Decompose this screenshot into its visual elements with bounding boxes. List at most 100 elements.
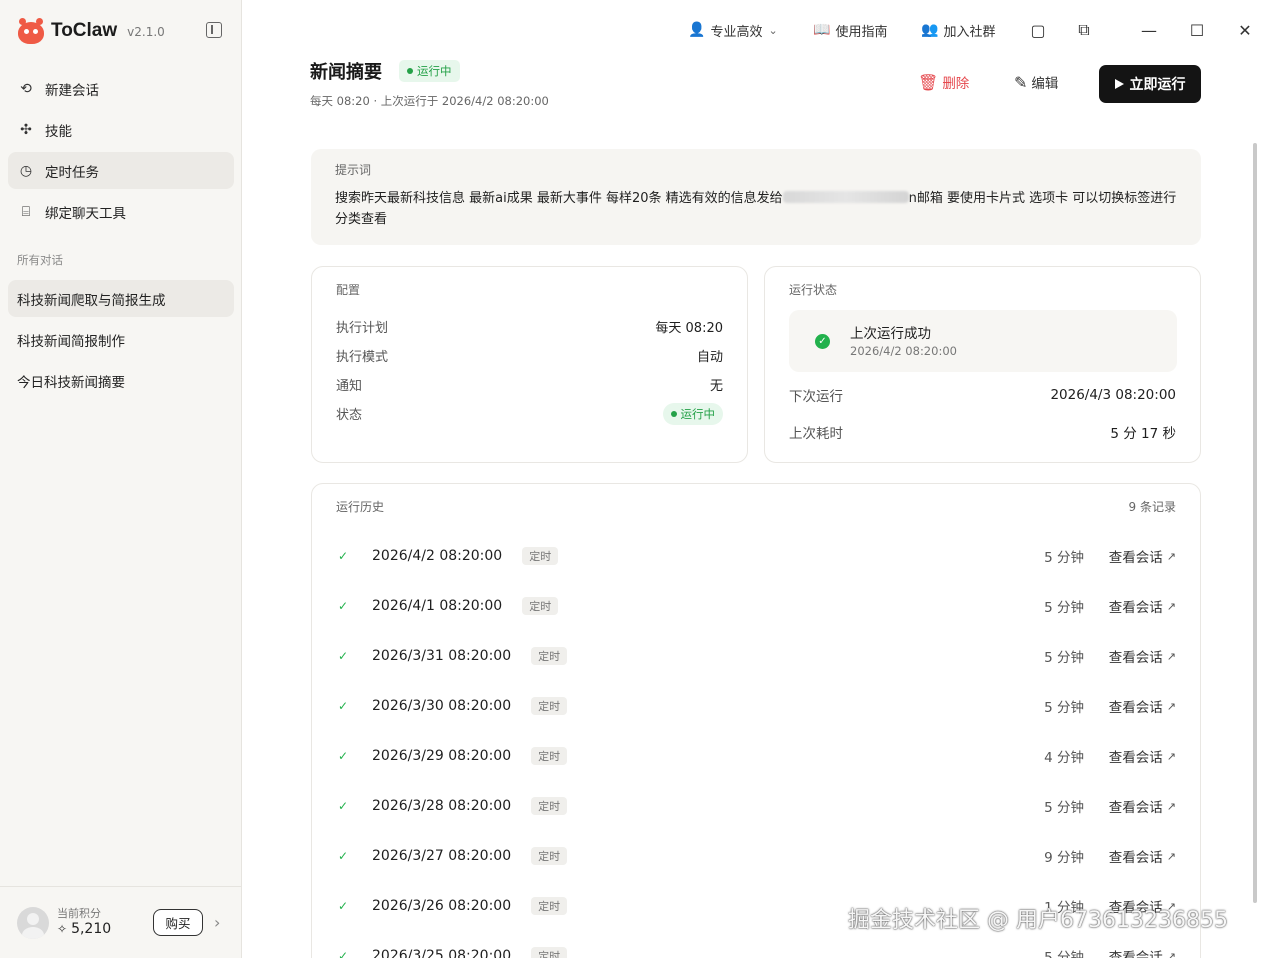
view-session-link[interactable]: 查看会话 ↗ <box>1109 646 1176 667</box>
status-dot-icon <box>407 68 413 74</box>
history-duration: 5 分钟 <box>1044 600 1084 616</box>
external-link-icon: ↗ <box>1166 649 1176 663</box>
guide-button[interactable]: 📖 使用指南 <box>813 20 887 40</box>
history-trigger-tag: 定时 <box>531 697 568 715</box>
history-trigger-tag: 定时 <box>531 897 568 915</box>
status-badge-label: 运行中 <box>417 64 452 78</box>
app-window: ToClaw v2.1.0 ⟲ 新建会话 ✣ 技能 ◷ 定时任务 ⌸ 绑定聊天工… <box>0 0 1276 958</box>
view-session-link[interactable]: 查看会话 ↗ <box>1108 746 1176 767</box>
brand: ToClaw v2.1.0 <box>16 16 165 46</box>
maximize-icon[interactable]: ☐ <box>1187 20 1207 40</box>
history-trigger-tag: 定时 <box>531 647 568 665</box>
history-time: 2026/3/29 08:20:00 <box>372 748 512 764</box>
config-row-notify: 通知 无 <box>336 370 723 399</box>
check-icon: ✓ <box>338 949 349 958</box>
external-link-icon: ↗ <box>1166 849 1176 863</box>
conversation-item[interactable]: 科技新闻简报制作 <box>8 321 234 358</box>
chat-refresh-icon: ⟲ <box>20 80 32 97</box>
config-card: 配置 执行计划 每天 08:20 执行模式 自动 通知 无 状态 运行中 <box>311 266 748 463</box>
check-circle-icon: ✓ <box>815 334 830 349</box>
history-duration: 4 分钟 <box>1044 750 1084 766</box>
history-duration: 5 分钟 <box>1044 700 1084 716</box>
history-duration: 5 分钟 <box>1044 650 1084 666</box>
history-time: 2026/3/27 08:20:00 <box>372 848 512 864</box>
view-session-link[interactable]: 查看会话 ↗ <box>1109 946 1176 958</box>
sidebar-item-scheduled-tasks[interactable]: ◷ 定时任务 <box>8 152 234 189</box>
status-badge-label: 运行中 <box>680 406 716 421</box>
last-duration-row: 上次耗时 5 分 17 秒 <box>789 413 1176 450</box>
history-time: 2026/3/31 08:20:00 <box>372 648 512 664</box>
last-duration-label: 上次耗时 <box>789 425 843 442</box>
history-trigger-tag: 定时 <box>531 747 568 765</box>
clock-icon: ◷ <box>19 162 33 179</box>
view-session-link[interactable]: 查看会话 ↗ <box>1108 596 1176 617</box>
mode-selector[interactable]: 👤 专业高效 ⌄ <box>688 20 783 40</box>
play-icon <box>1114 79 1124 89</box>
avatar[interactable] <box>17 907 49 939</box>
feedback-icon[interactable]: ▢ <box>1028 20 1048 40</box>
title-bar: 👤 专业高效 ⌄ 📖 使用指南 👥 加入社群 ▢ ⧉ — ☐ ✕ <box>242 0 1276 60</box>
user-mode-icon: 👤 <box>688 22 706 38</box>
run-status-card: 运行状态 ✓ 上次运行成功 2026/4/2 08:20:00 下次运行 202… <box>764 266 1201 463</box>
history-row: ✓ 2026/3/29 08:20:00 定时 4 分钟 查看会话 ↗ <box>336 731 1176 781</box>
conversation-item[interactable]: 科技新闻爬取与简报生成 <box>8 280 234 317</box>
last-duration-value: 5 分 17 秒 <box>1110 425 1176 442</box>
config-key: 执行计划 <box>336 321 389 336</box>
minimize-icon[interactable]: — <box>1139 20 1159 40</box>
view-session-label: 查看会话 <box>1108 600 1163 616</box>
view-session-link[interactable]: 查看会话 ↗ <box>1109 796 1176 817</box>
view-session-link[interactable]: 查看会话 ↗ <box>1109 546 1176 567</box>
check-icon: ✓ <box>338 649 349 663</box>
guide-label: 使用指南 <box>835 24 888 40</box>
buy-button[interactable]: 购买 <box>153 909 203 936</box>
chevron-right-icon[interactable]: › <box>214 913 220 932</box>
history-duration: 5 分钟 <box>1044 550 1084 566</box>
delete-button[interactable]: 🗑 删除 <box>918 72 970 93</box>
watermark-text: 掘金技术社区 @ 用户673613236855 <box>848 908 1228 933</box>
view-session-link[interactable]: 查看会话 ↗ <box>1108 696 1176 717</box>
points-label: 当前积分 <box>57 907 101 920</box>
check-icon: ✓ <box>338 899 349 913</box>
trash-icon: 🗑 <box>918 72 939 92</box>
config-value: 无 <box>709 379 723 394</box>
collapse-sidebar-icon[interactable] <box>206 22 222 38</box>
sparkle-icon: ✧ <box>57 922 68 936</box>
redacted-email <box>782 191 909 203</box>
app-version: v2.1.0 <box>127 25 165 39</box>
close-icon[interactable]: ✕ <box>1235 20 1255 40</box>
view-session-label: 查看会话 <box>1108 700 1163 716</box>
config-label: 配置 <box>336 283 361 297</box>
sidebar-item-bind-chat-tools[interactable]: ⌸ 绑定聊天工具 <box>8 193 234 230</box>
sidebar: ToClaw v2.1.0 ⟲ 新建会话 ✣ 技能 ◷ 定时任务 ⌸ 绑定聊天工… <box>0 0 242 958</box>
config-row-mode: 执行模式 自动 <box>336 341 723 370</box>
delete-label: 删除 <box>942 76 970 92</box>
history-row: ✓ 2026/3/28 08:20:00 定时 5 分钟 查看会话 ↗ <box>336 781 1176 831</box>
check-icon: ✓ <box>338 849 349 863</box>
sidebar-item-skills[interactable]: ✣ 技能 <box>8 111 234 148</box>
mini-window-icon[interactable]: ⧉ <box>1074 20 1094 40</box>
history-duration: 9 分钟 <box>1044 850 1084 866</box>
run-now-button[interactable]: 立即运行 <box>1099 65 1201 103</box>
scrollbar[interactable] <box>1253 143 1257 903</box>
history-trigger-tag: 定时 <box>522 597 559 615</box>
history-time: 2026/3/25 08:20:00 <box>372 948 512 958</box>
view-session-link[interactable]: 查看会话 ↗ <box>1109 846 1176 867</box>
conversation-item[interactable]: 今日科技新闻摘要 <box>8 362 234 399</box>
community-button[interactable]: 👥 加入社群 <box>921 20 995 40</box>
edit-button[interactable]: ✎ 编辑 <box>1014 72 1058 93</box>
history-duration: 5 分钟 <box>1044 950 1084 958</box>
history-row: ✓ 2026/3/27 08:20:00 定时 9 分钟 查看会话 ↗ <box>336 831 1176 881</box>
history-trigger-tag: 定时 <box>531 797 568 815</box>
external-link-icon: ↗ <box>1166 599 1176 613</box>
history-row: ✓ 2026/3/30 08:20:00 定时 5 分钟 查看会话 ↗ <box>336 681 1176 731</box>
last-run-time: 2026/4/2 08:20:00 <box>850 344 957 358</box>
history-row: ✓ 2026/3/31 08:20:00 定时 5 分钟 查看会话 ↗ <box>336 631 1176 681</box>
view-session-label: 查看会话 <box>1108 750 1163 766</box>
view-session-label: 查看会话 <box>1108 950 1163 958</box>
next-run-row: 下次运行 2026/4/3 08:20:00 <box>789 376 1176 413</box>
history-trigger-tag: 定时 <box>522 547 559 565</box>
puzzle-icon: ✣ <box>20 121 32 138</box>
sidebar-item-new-chat[interactable]: ⟲ 新建会话 <box>8 70 234 107</box>
chevron-down-icon: ⌄ <box>768 23 778 37</box>
config-key: 执行模式 <box>336 350 389 365</box>
